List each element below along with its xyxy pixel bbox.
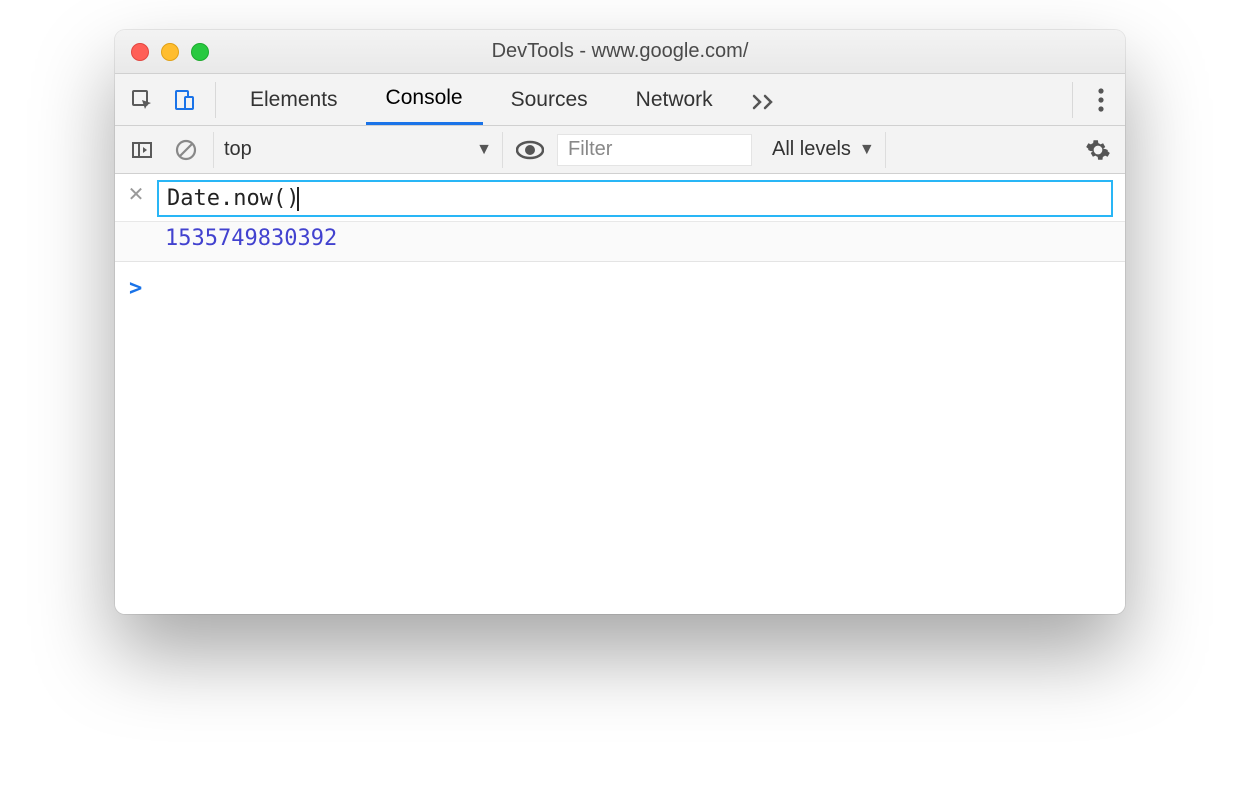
live-expression-icon[interactable] xyxy=(513,133,547,167)
tab-sources[interactable]: Sources xyxy=(491,74,608,125)
zoom-window-button[interactable] xyxy=(191,43,209,61)
devtools-tabbar: Elements Console Sources Network xyxy=(115,74,1125,126)
toggle-sidebar-icon[interactable] xyxy=(125,133,159,167)
minimize-window-button[interactable] xyxy=(161,43,179,61)
dropdown-triangle-icon: ▼ xyxy=(859,141,875,159)
context-selector[interactable]: top ▼ xyxy=(213,132,503,168)
dropdown-triangle-icon: ▼ xyxy=(476,141,492,159)
window-title: DevTools - www.google.com/ xyxy=(115,40,1125,63)
filter-input[interactable] xyxy=(557,134,752,166)
console-settings-icon[interactable] xyxy=(1081,133,1115,167)
console-toolbar: top ▼ All levels ▼ xyxy=(115,126,1125,174)
window-titlebar: DevTools - www.google.com/ xyxy=(115,30,1125,74)
devtools-menu-button[interactable] xyxy=(1087,87,1115,113)
divider xyxy=(215,82,216,118)
tab-console[interactable]: Console xyxy=(366,74,483,125)
more-tabs-button[interactable] xyxy=(741,90,787,110)
devtools-window: DevTools - www.google.com/ Elements Cons… xyxy=(115,30,1125,614)
inspect-element-icon[interactable] xyxy=(125,83,159,117)
tab-elements[interactable]: Elements xyxy=(230,74,358,125)
log-levels-selector[interactable]: All levels ▼ xyxy=(762,132,886,168)
console-body: ✕ Date.now() 1535749830392 > xyxy=(115,174,1125,614)
prompt-chevron-icon: > xyxy=(129,276,142,301)
divider xyxy=(1072,82,1073,118)
text-cursor xyxy=(297,187,299,211)
traffic-lights xyxy=(131,43,209,61)
clear-console-icon[interactable] xyxy=(169,133,203,167)
remove-expression-button[interactable]: ✕ xyxy=(127,180,145,210)
expression-text: Date.now() xyxy=(167,186,299,211)
levels-label: All levels xyxy=(772,138,851,161)
close-window-button[interactable] xyxy=(131,43,149,61)
live-expression-row: ✕ Date.now() xyxy=(115,174,1125,222)
tab-network[interactable]: Network xyxy=(616,74,733,125)
live-expression-input[interactable]: Date.now() xyxy=(157,180,1113,217)
device-toolbar-icon[interactable] xyxy=(167,83,201,117)
console-prompt-row[interactable]: > xyxy=(115,262,1125,315)
live-expression-result: 1535749830392 xyxy=(115,222,1125,262)
context-label: top xyxy=(224,138,252,161)
